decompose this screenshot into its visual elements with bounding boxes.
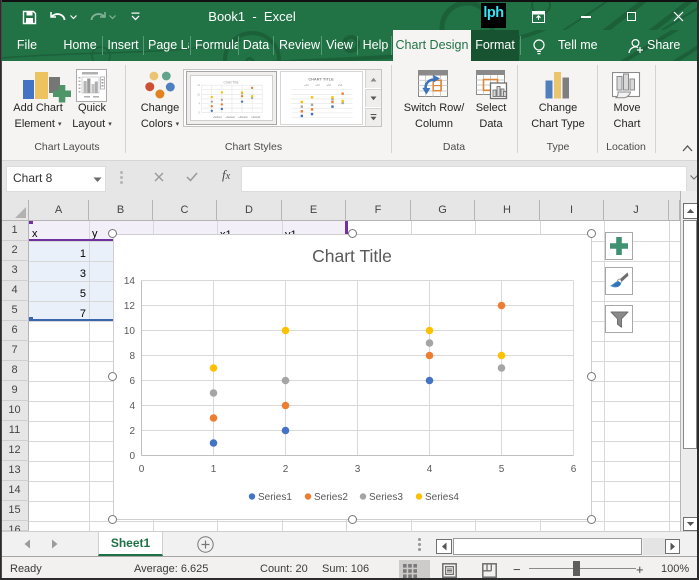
svg-text:Series2: Series2 — [314, 492, 348, 503]
svg-text:Chart Title: Chart Title — [224, 80, 239, 84]
svg-text:Chart Title: Chart Title — [312, 246, 392, 266]
svg-text:Series3: Series3 — [369, 492, 403, 503]
svg-text:Series1: Series1 — [258, 492, 292, 503]
svg-text:2: 2 — [129, 426, 135, 437]
svg-text:10: 10 — [197, 94, 200, 96]
svg-text:●Series4: ●Series4 — [251, 116, 261, 119]
svg-text:●S1: ●S1 — [304, 84, 309, 87]
svg-text:●Series2: ●Series2 — [226, 116, 236, 119]
svg-text:14: 14 — [197, 85, 200, 87]
svg-text:CHART TITLE: CHART TITLE — [308, 76, 334, 81]
svg-text:Series4: Series4 — [425, 492, 459, 503]
svg-text:1: 1 — [211, 464, 217, 475]
svg-text:2: 2 — [283, 464, 289, 475]
svg-text:10: 10 — [124, 326, 136, 337]
svg-text:4: 4 — [129, 401, 135, 412]
svg-text:12: 12 — [124, 301, 136, 312]
svg-text:●S3: ●S3 — [327, 84, 332, 87]
svg-text:0: 0 — [139, 464, 145, 475]
svg-text:●S4: ●S4 — [338, 84, 343, 87]
svg-text:6: 6 — [571, 464, 577, 475]
svg-text:0: 0 — [129, 451, 135, 462]
svg-text:0: 0 — [199, 113, 201, 115]
svg-text:●Series3: ●Series3 — [238, 116, 248, 119]
svg-text:3: 3 — [355, 464, 361, 475]
svg-text:4: 4 — [427, 464, 433, 475]
svg-text:6: 6 — [129, 376, 135, 387]
svg-text:14: 14 — [124, 276, 136, 287]
svg-text:●S2: ●S2 — [315, 84, 320, 87]
svg-text:4: 4 — [199, 103, 201, 105]
svg-text:5: 5 — [499, 464, 505, 475]
svg-text:8: 8 — [129, 351, 135, 362]
svg-text:●Series1: ●Series1 — [213, 116, 223, 119]
